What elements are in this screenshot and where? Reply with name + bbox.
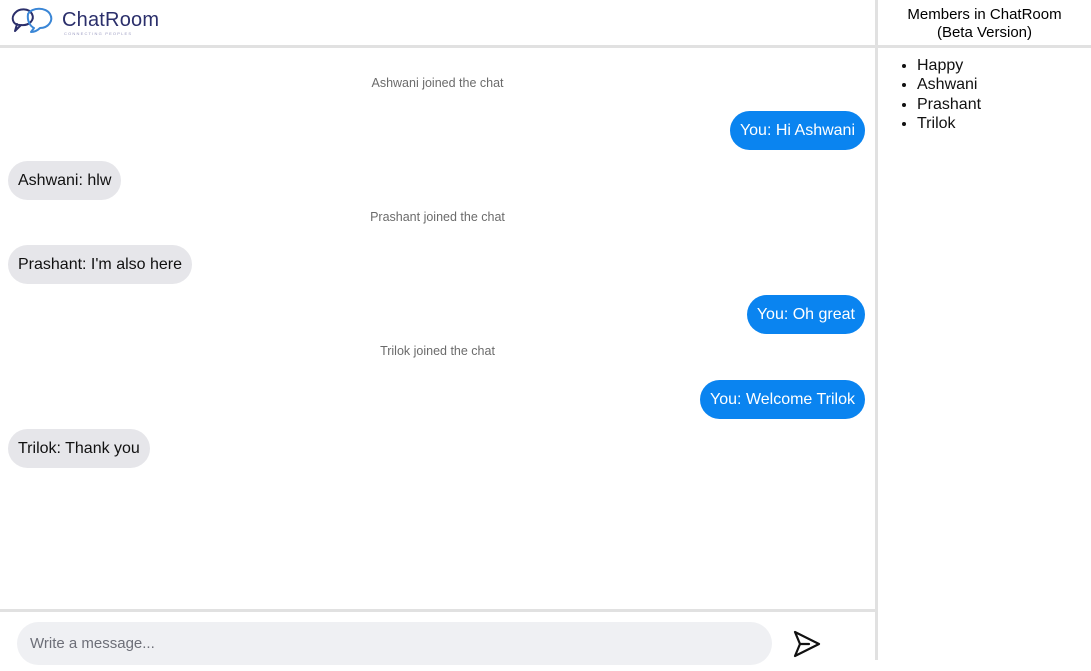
incoming-message: Prashant: I'm also here xyxy=(8,245,193,284)
member-item: Ashwani xyxy=(917,75,1091,94)
message-list: Ashwani joined the chat You: Hi Ashwani … xyxy=(0,48,875,610)
join-notice: Prashant joined the chat xyxy=(370,210,505,224)
members-list: Happy Ashwani Prashant Trilok xyxy=(878,48,1091,133)
chat-bubbles-logo-icon xyxy=(11,7,53,33)
members-pane: Members in ChatRoom (Beta Version) Happy… xyxy=(878,0,1091,671)
incoming-message: Ashwani: hlw xyxy=(8,161,122,200)
chat-pane: ChatRoom CONNECTING PEOPLES Ashwani join… xyxy=(0,0,875,671)
join-notice: Ashwani joined the chat xyxy=(371,76,504,90)
send-button[interactable] xyxy=(790,627,824,661)
app-logo: ChatRoom CONNECTING PEOPLES xyxy=(10,5,159,41)
app-name: ChatRoom xyxy=(62,9,160,31)
app-tagline: CONNECTING PEOPLES xyxy=(64,31,133,36)
send-icon xyxy=(793,630,821,658)
join-notice: Trilok joined the chat xyxy=(380,344,495,358)
message-composer xyxy=(0,612,875,671)
chat-header: ChatRoom CONNECTING PEOPLES xyxy=(0,0,875,45)
chatroom-app: ChatRoom CONNECTING PEOPLES Ashwani join… xyxy=(0,0,1091,671)
incoming-message: Trilok: Thank you xyxy=(8,429,150,468)
members-title-line2: (Beta Version) xyxy=(936,23,1033,41)
outgoing-message: You: Oh great xyxy=(746,295,865,334)
member-item: Prashant xyxy=(917,95,1091,114)
member-item: Happy xyxy=(917,56,1091,75)
member-item: Trilok xyxy=(917,114,1091,133)
outgoing-message: You: Hi Ashwani xyxy=(729,111,865,150)
outgoing-message: You: Welcome Trilok xyxy=(700,380,865,419)
message-input[interactable] xyxy=(17,622,772,665)
members-title-line1: Members in ChatRoom xyxy=(907,5,1062,23)
members-title: Members in ChatRoom (Beta Version) xyxy=(878,0,1091,45)
